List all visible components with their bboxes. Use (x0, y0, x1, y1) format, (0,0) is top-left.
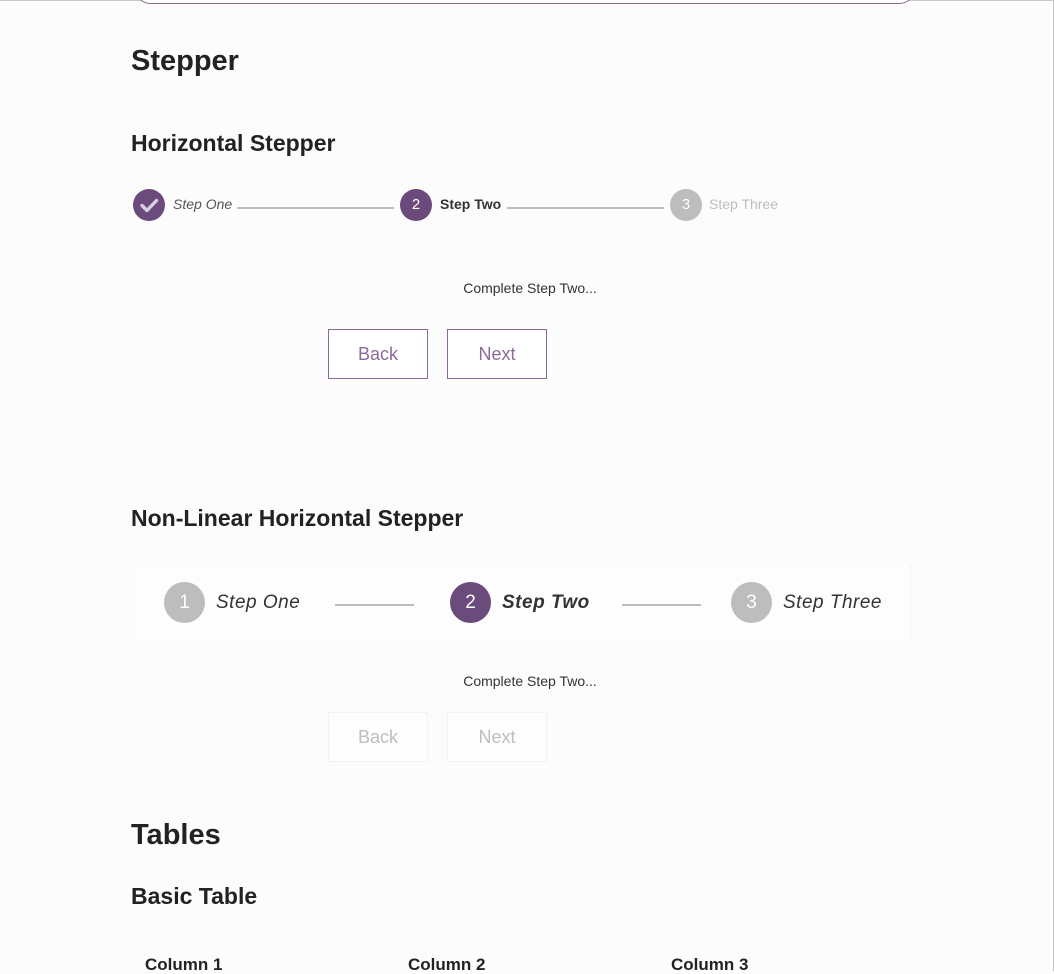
nl-step-connector (335, 604, 414, 606)
step-one-check-icon[interactable] (133, 189, 165, 221)
nl-next-button[interactable]: Next (447, 712, 547, 762)
step-one-label: Step One (173, 196, 233, 212)
nl-step-one-label[interactable]: Step One (216, 593, 300, 612)
nl-step-three-label[interactable]: Step Three (783, 593, 882, 612)
nl-step-content-text: Complete Step Two... (463, 673, 597, 689)
nl-step-three-number[interactable]: 3 (731, 582, 772, 623)
section-title-stepper: Stepper (131, 45, 239, 77)
column-header[interactable]: Column 2 (408, 956, 485, 973)
top-input-edge[interactable] (134, 0, 916, 4)
section-title-tables: Tables (131, 819, 221, 851)
column-header[interactable]: Column 1 (145, 956, 222, 973)
nl-step-two-number[interactable]: 2 (450, 582, 491, 623)
step-three-label: Step Three (709, 196, 779, 212)
nl-back-button[interactable]: Back (328, 712, 428, 762)
nl-step-one-number[interactable]: 1 (164, 582, 205, 623)
next-button[interactable]: Next (447, 329, 547, 379)
column-header[interactable]: Column 3 (671, 956, 748, 973)
horizontal-stepper-title: Horizontal Stepper (131, 130, 336, 156)
check-icon (140, 198, 159, 213)
nl-step-two-label[interactable]: Step Two (502, 593, 590, 612)
step-content-text: Complete Step Two... (463, 280, 597, 296)
basic-table-title: Basic Table (131, 883, 258, 909)
step-three-number[interactable]: 3 (670, 189, 702, 221)
step-two-label: Step Two (440, 196, 502, 212)
step-connector (507, 207, 664, 209)
step-connector (237, 207, 394, 209)
nonlinear-stepper-title: Non-Linear Horizontal Stepper (131, 505, 464, 531)
back-button[interactable]: Back (328, 329, 428, 379)
nl-step-connector (622, 604, 701, 606)
step-two-number[interactable]: 2 (400, 189, 432, 221)
